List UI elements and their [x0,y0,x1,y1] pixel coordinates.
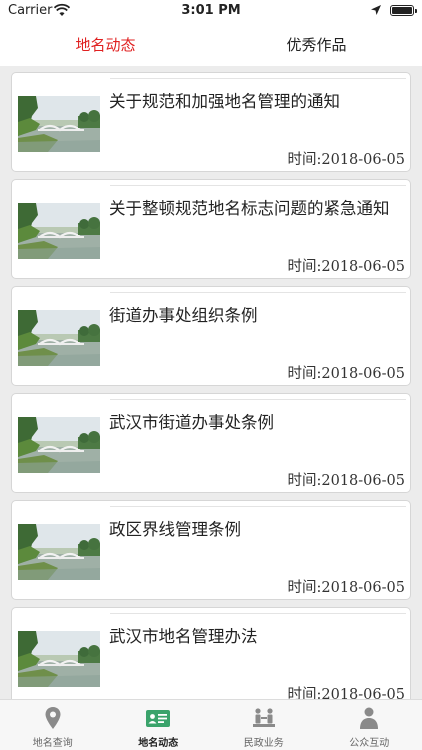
article-thumbnail [18,203,100,259]
article-time: 时间:2018-06-05 [287,152,406,168]
list-item[interactable]: 武汉市地名管理办法 时间:2018-06-05 [11,607,411,699]
list-item[interactable]: 街道办事处组织条例 时间:2018-06-05 [11,286,411,386]
clock: 3:01 PM [181,3,241,18]
tab-label: 地名动态 [138,738,179,749]
article-time: 时间:2018-06-05 [287,687,406,699]
article-thumbnail [18,524,100,580]
bottom-tab-bar: 地名查询 地名动态 民政业务 公众互动 [0,699,422,750]
location-pin-icon [45,707,61,729]
divider [110,399,406,400]
people-service-icon [252,708,275,727]
landscape-photo [18,310,100,366]
article-time: 时间:2018-06-05 [287,259,406,275]
divider [110,185,406,186]
tab-excellent-works[interactable]: 优秀作品 [211,22,422,66]
article-time: 时间:2018-06-05 [287,473,406,489]
list-item[interactable]: 武汉市街道办事处条例 时间:2018-06-05 [11,393,411,493]
location-arrow-icon [371,5,381,15]
top-tabs: 地名动态 优秀作品 [0,22,422,66]
person-icon [360,707,379,729]
article-time: 时间:2018-06-05 [287,366,406,382]
landscape-photo [18,524,100,580]
status-bar: Carrier 3:01 PM [0,0,422,22]
list-item[interactable]: 政区界线管理条例 时间:2018-06-05 [11,500,411,600]
article-title: 政区界线管理条例 [109,520,241,539]
tab-place-news[interactable]: 地名动态 [0,22,211,66]
landscape-photo [18,417,100,473]
article-list[interactable]: 关于规范和加强地名管理的通知 时间:2018-06-05 关于整顿规范地名标志问… [0,66,422,699]
tab-place-search[interactable]: 地名查询 [0,700,106,750]
divider [110,292,406,293]
landscape-photo [18,631,100,687]
landscape-photo [18,96,100,152]
article-title: 关于规范和加强地名管理的通知 [109,92,340,111]
article-title: 武汉市地名管理办法 [109,627,258,646]
article-title: 武汉市街道办事处条例 [109,413,274,432]
divider [110,506,406,507]
landscape-photo [18,203,100,259]
list-item[interactable]: 关于规范和加强地名管理的通知 时间:2018-06-05 [11,72,411,172]
article-thumbnail [18,631,100,687]
article-time: 时间:2018-06-05 [287,580,406,596]
tab-civil-affairs[interactable]: 民政业务 [211,700,317,750]
tab-public-interaction[interactable]: 公众互动 [317,700,422,750]
divider [110,78,406,79]
id-card-icon [146,710,171,727]
tab-label: 地名查询 [32,738,73,749]
article-title: 街道办事处组织条例 [109,306,258,325]
battery-icon [390,5,417,16]
list-item[interactable]: 关于整顿规范地名标志问题的紧急通知 时间:2018-06-05 [11,179,411,279]
article-title: 关于整顿规范地名标志问题的紧急通知 [109,199,390,218]
tab-label: 公众互动 [349,738,390,749]
tab-label: 民政业务 [243,738,284,749]
article-thumbnail [18,417,100,473]
article-thumbnail [18,96,100,152]
article-thumbnail [18,310,100,366]
tab-place-news-bottom[interactable]: 地名动态 [106,700,212,750]
divider [110,613,406,614]
